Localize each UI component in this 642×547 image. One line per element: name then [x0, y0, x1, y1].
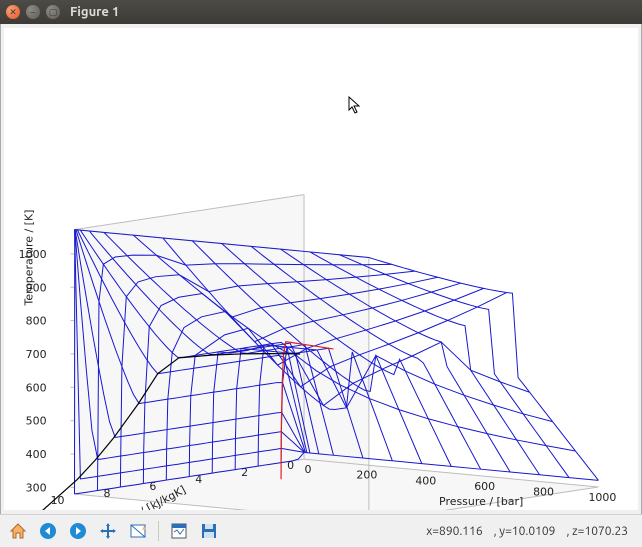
forward-button[interactable] [66, 519, 90, 543]
svg-text:800: 800 [26, 315, 47, 328]
window-buttons: ✕ – ▢ [6, 5, 60, 19]
close-button[interactable]: ✕ [6, 5, 20, 19]
home-icon [8, 521, 28, 541]
axes-3d[interactable]: 3004005006007008009001000Temperature / [… [4, 28, 638, 510]
coordinate-readout: x=890.116 , y=10.0109 , z=1070.23 [410, 512, 636, 547]
svg-text:Temperature / [K]: Temperature / [K] [23, 210, 36, 307]
figure-window: ✕ – ▢ Figure 1 3004005006007008009001000… [0, 0, 642, 547]
titlebar[interactable]: ✕ – ▢ Figure 1 [0, 0, 642, 24]
status-y: 10.0109 [512, 525, 556, 538]
zoom-button[interactable] [126, 519, 150, 543]
subplots-button[interactable] [167, 519, 191, 543]
status-x-label: x= [426, 525, 439, 538]
toolbar: x=890.116 , y=10.0109 , z=1070.23 [0, 514, 642, 547]
svg-text:10: 10 [51, 494, 65, 507]
minimize-button[interactable]: – [26, 5, 40, 19]
svg-text:700: 700 [26, 348, 47, 361]
status-y-label: , y= [494, 525, 512, 538]
status-z-label: , z= [566, 525, 584, 538]
status-x: 890.116 [439, 525, 483, 538]
maximize-button[interactable]: ▢ [46, 5, 60, 19]
svg-text:600: 600 [474, 480, 495, 493]
status-z: 1070.23 [584, 525, 628, 538]
plot-canvas[interactable]: 3004005006007008009001000Temperature / [… [4, 28, 638, 510]
svg-text:300: 300 [26, 481, 47, 494]
svg-text:500: 500 [26, 415, 47, 428]
svg-text:0: 0 [305, 463, 312, 476]
pan-icon [98, 521, 118, 541]
pan-button[interactable] [96, 519, 120, 543]
svg-text:400: 400 [415, 474, 436, 487]
save-button[interactable] [197, 519, 221, 543]
save-icon [199, 521, 219, 541]
toolbar-separator [158, 521, 159, 541]
back-icon [38, 521, 58, 541]
window-title: Figure 1 [70, 5, 119, 19]
svg-text:200: 200 [356, 469, 377, 482]
svg-text:600: 600 [26, 381, 47, 394]
svg-text:400: 400 [26, 448, 47, 461]
zoom-icon [128, 521, 148, 541]
back-button[interactable] [36, 519, 60, 543]
svg-text:Pressure / [bar]: Pressure / [bar] [439, 495, 523, 508]
subplots-icon [169, 521, 189, 541]
home-button[interactable] [6, 519, 30, 543]
forward-icon [68, 521, 88, 541]
svg-text:1000: 1000 [588, 491, 616, 504]
svg-text:800: 800 [533, 485, 554, 498]
